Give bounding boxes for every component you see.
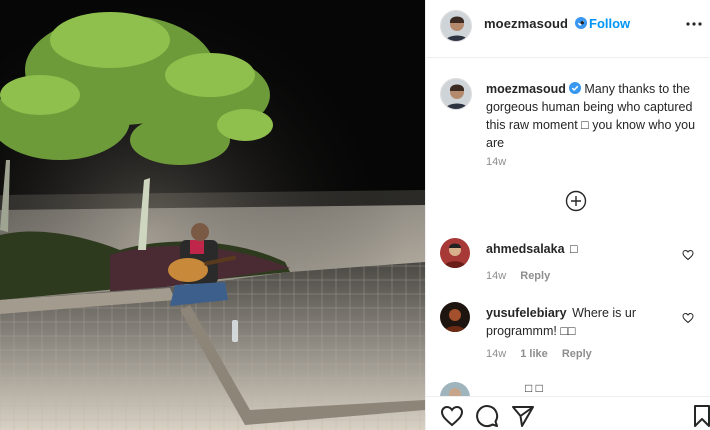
heart-icon[interactable] xyxy=(682,312,694,324)
reply-button[interactable]: Reply xyxy=(520,270,550,282)
caption-text: moezmasoud Many thanks to the gorgeous h… xyxy=(486,80,708,152)
caption-timestamp[interactable]: 14w xyxy=(486,156,506,168)
heart-icon[interactable] xyxy=(440,404,464,428)
author-avatar[interactable] xyxy=(440,10,472,42)
commenter-avatar[interactable] xyxy=(440,302,470,332)
author-username[interactable]: moezmasoud xyxy=(484,16,587,31)
comment-likes[interactable]: 1 like xyxy=(520,348,548,360)
caption-username[interactable]: moezmasoud xyxy=(486,82,566,96)
comment-timestamp[interactable]: 14w xyxy=(486,348,506,360)
verified-badge-icon xyxy=(568,82,581,94)
commenter-username[interactable]: yusufelebiary xyxy=(486,306,567,320)
reply-button[interactable]: Reply xyxy=(562,348,592,360)
comment-body: □ xyxy=(570,242,578,256)
save-icon[interactable] xyxy=(690,404,710,428)
comment-timestamp[interactable]: 14w xyxy=(486,270,506,282)
comment-meta: 14w 1 like Reply xyxy=(486,348,603,360)
commenter-avatar[interactable] xyxy=(440,238,470,268)
post-media[interactable] xyxy=(0,0,425,430)
share-icon[interactable] xyxy=(511,404,535,428)
post-header: moezmasoud • Follow xyxy=(426,0,710,58)
post-photo xyxy=(0,0,425,430)
commenter-username[interactable]: ahmedsalaka xyxy=(486,242,565,256)
comment-text: ahmedsalaka □ xyxy=(486,240,682,258)
post-side-panel: moezmasoud • Follow moezmasoud Many than… xyxy=(425,0,710,430)
more-options-icon[interactable] xyxy=(685,15,703,33)
post-action-bar xyxy=(426,396,710,430)
caption-avatar[interactable] xyxy=(440,78,472,110)
separator-dot: • xyxy=(580,15,585,30)
heart-icon[interactable] xyxy=(682,249,694,261)
comment-icon[interactable] xyxy=(475,404,499,428)
comment-meta: 14w Reply xyxy=(486,270,561,282)
comment-text: yusufelebiary Where is ur programmm! □□ xyxy=(486,304,682,340)
comment-body: □ □ xyxy=(525,381,543,395)
follow-button[interactable]: Follow xyxy=(589,16,630,31)
author-username-text[interactable]: moezmasoud xyxy=(484,16,568,31)
load-more-comments-icon[interactable] xyxy=(565,190,587,212)
